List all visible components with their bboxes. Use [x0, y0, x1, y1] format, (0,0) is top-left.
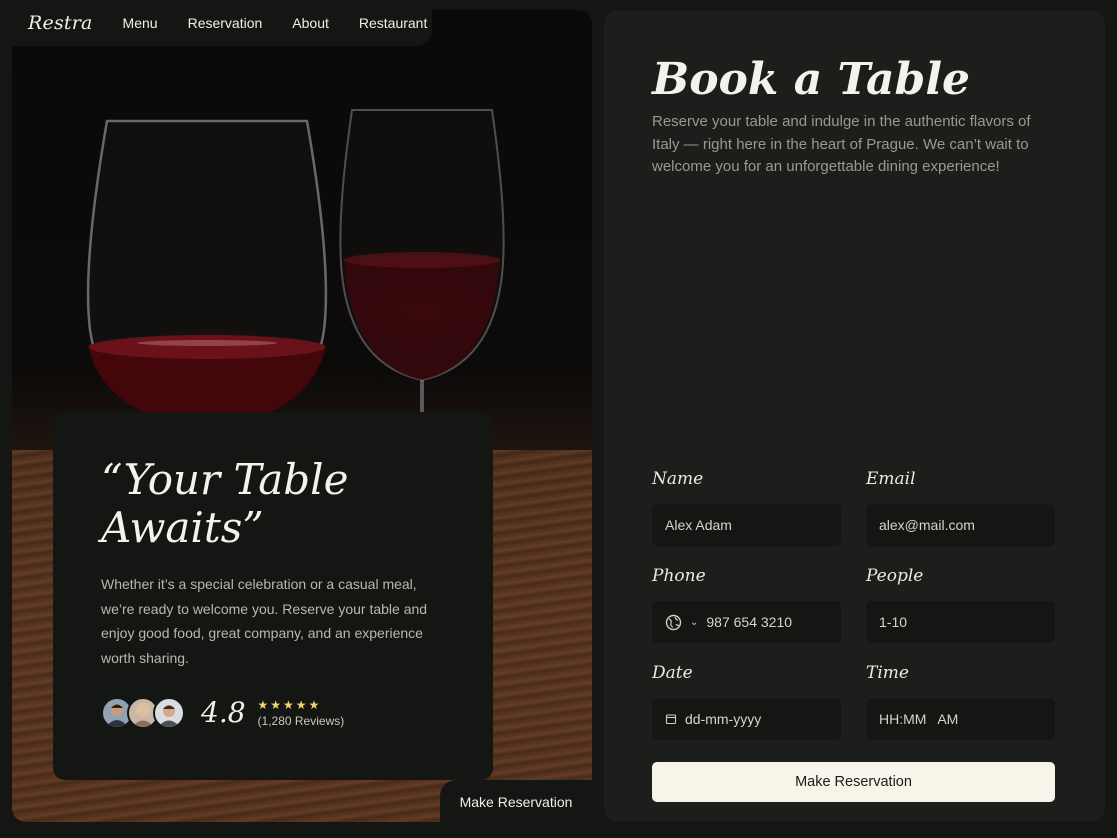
- nav-item-menu[interactable]: Menu: [123, 15, 158, 31]
- chevron-down-icon[interactable]: ⌄: [690, 617, 698, 628]
- nav-item-restaurant[interactable]: Restaurant: [359, 15, 427, 31]
- name-value: Alex Adam: [665, 517, 732, 533]
- booking-title: Book a Table: [652, 54, 971, 105]
- top-navigation: Restra Menu Reservation About Restaurant: [12, 0, 432, 46]
- date-label: Date: [652, 663, 693, 683]
- wine-glass-front: [72, 115, 342, 445]
- nav-item-about[interactable]: About: [292, 15, 329, 31]
- time-field: Time HH:MM AM: [866, 662, 1055, 740]
- time-value: HH:MM AM: [879, 711, 959, 727]
- phone-input[interactable]: ⌄ 987 654 3210: [652, 601, 841, 643]
- time-input[interactable]: HH:MM AM: [866, 698, 1055, 740]
- quote-line-1: “Your Table: [101, 455, 349, 504]
- people-label: People: [866, 566, 924, 586]
- people-value: 1-10: [879, 614, 908, 630]
- name-field: Name Alex Adam: [652, 468, 841, 546]
- review-count: (1,280 Reviews): [257, 713, 345, 728]
- time-label: Time: [866, 663, 909, 683]
- phone-value: 987 654 3210: [706, 614, 793, 630]
- calendar-icon: [665, 713, 677, 725]
- booking-description: Reserve your table and indulge in the au…: [652, 113, 1031, 175]
- make-reservation-button[interactable]: Make Reservation: [652, 762, 1055, 802]
- email-value: alex@mail.com: [879, 517, 975, 533]
- quote-description: Whether it’s a special celebration or a …: [101, 576, 428, 666]
- email-field: Email alex@mail.com: [866, 468, 1055, 546]
- rating-value: 4.8: [201, 696, 246, 729]
- name-label: Name: [652, 469, 704, 489]
- quote-card: “Your Table Awaits” Whether it’s a speci…: [53, 412, 493, 780]
- quote-line-2: Awaits”: [101, 503, 264, 552]
- globe-icon[interactable]: [665, 614, 682, 631]
- phone-field: Phone ⌄ 987 654 3210: [652, 565, 841, 643]
- people-input[interactable]: 1-10: [866, 601, 1055, 643]
- rating-meta: ★★★★★ (1,280 Reviews): [258, 698, 345, 728]
- wine-glass-back: [322, 100, 522, 430]
- star-rating-icon: ★★★★★: [257, 697, 322, 712]
- email-label: Email: [866, 469, 916, 489]
- rating-row: 4.8 ★★★★★ (1,280 Reviews): [101, 696, 344, 729]
- phone-label: Phone: [652, 566, 706, 586]
- date-value: dd-mm-yyyy: [685, 711, 762, 727]
- people-field: People 1-10: [866, 565, 1055, 643]
- name-input[interactable]: Alex Adam: [652, 504, 841, 546]
- logo[interactable]: Restra: [28, 12, 93, 34]
- make-reservation-link[interactable]: Make Reservation: [440, 780, 592, 824]
- quote-title: “Your Table Awaits”: [101, 456, 445, 552]
- date-field: Date dd-mm-yyyy: [652, 662, 841, 740]
- nav-item-reservation[interactable]: Reservation: [188, 15, 263, 31]
- avatar: [153, 696, 185, 729]
- avatar-group: [101, 696, 185, 729]
- booking-panel: Book a Table Reserve your table and indu…: [604, 10, 1105, 822]
- date-input[interactable]: dd-mm-yyyy: [652, 698, 841, 740]
- email-input[interactable]: alex@mail.com: [866, 504, 1055, 546]
